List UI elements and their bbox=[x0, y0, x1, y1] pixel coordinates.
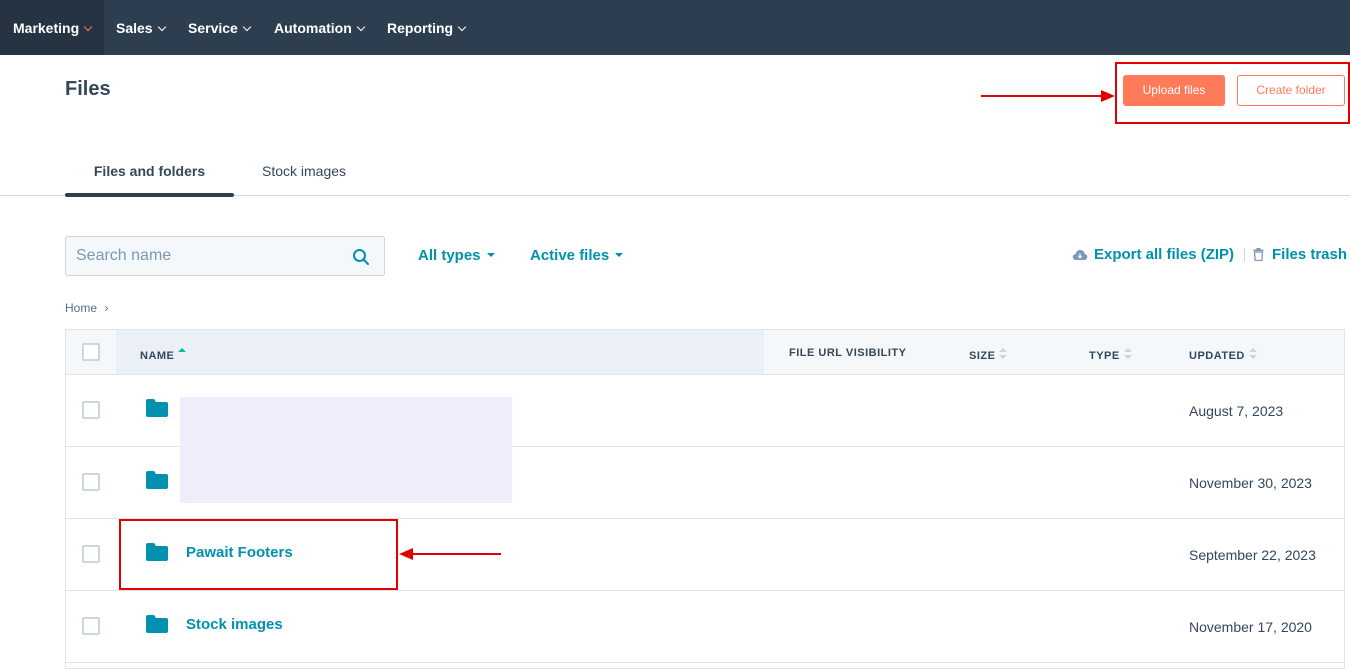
tab-files-and-folders[interactable]: Files and folders bbox=[65, 163, 234, 179]
nav-automation[interactable]: Automation bbox=[274, 0, 366, 55]
row-checkbox[interactable] bbox=[82, 473, 100, 491]
folder-icon bbox=[146, 471, 168, 489]
column-type-label: TYPE bbox=[1089, 350, 1120, 362]
caret-down-icon bbox=[486, 253, 495, 257]
nav-service-label: Service bbox=[188, 20, 238, 36]
sort-icon bbox=[999, 348, 1008, 360]
row-checkbox[interactable] bbox=[82, 617, 100, 635]
breadcrumb-separator: › bbox=[104, 301, 109, 315]
column-visibility-label: FILE URL VISIBILITY bbox=[789, 347, 907, 359]
divider bbox=[1244, 248, 1245, 262]
row-updated-date: August 7, 2023 bbox=[1189, 403, 1284, 419]
search-input[interactable] bbox=[76, 245, 336, 267]
annotation-arrow-head bbox=[1101, 90, 1115, 102]
column-header-type[interactable]: TYPE bbox=[1089, 347, 1132, 362]
column-size-label: SIZE bbox=[969, 350, 996, 362]
annotation-arrow-head bbox=[399, 548, 413, 560]
column-name-label: NAME bbox=[140, 350, 175, 362]
caret-down-icon bbox=[615, 253, 624, 257]
table-header: NAME FILE URL VISIBILITY SIZE TYPE UPDAT… bbox=[66, 330, 1344, 375]
column-updated-label: UPDATED bbox=[1189, 350, 1245, 362]
annotation-box-folder bbox=[119, 519, 398, 590]
folder-icon bbox=[146, 399, 168, 417]
row-updated-date: November 30, 2023 bbox=[1189, 475, 1312, 491]
type-filter-dropdown[interactable]: All types bbox=[418, 247, 495, 264]
annotation-arrow-line bbox=[412, 553, 501, 555]
folder-name-link[interactable]: Stock images bbox=[186, 616, 283, 633]
nav-reporting-label: Reporting bbox=[387, 20, 454, 36]
nav-service[interactable]: Service bbox=[188, 0, 252, 55]
files-trash-link[interactable]: Files trash bbox=[1272, 246, 1347, 263]
chevron-down-icon bbox=[157, 22, 166, 32]
table-row[interactable]: Stock images November 17, 2020 bbox=[66, 590, 1344, 663]
column-header-size[interactable]: SIZE bbox=[969, 347, 1008, 362]
row-updated-date: November 17, 2020 bbox=[1189, 619, 1312, 635]
top-navigation: Marketing Sales Service Automation Repor… bbox=[0, 0, 1350, 55]
column-header-updated[interactable]: UPDATED bbox=[1189, 347, 1257, 362]
chevron-down-icon bbox=[457, 22, 467, 32]
trash-icon bbox=[1253, 248, 1264, 261]
name-column-highlight bbox=[116, 330, 764, 374]
nav-marketing-label: Marketing bbox=[13, 20, 80, 36]
page-title: Files bbox=[65, 78, 111, 100]
sort-icon bbox=[1123, 348, 1132, 360]
breadcrumb: Home › bbox=[65, 301, 108, 315]
chevron-down-icon bbox=[356, 22, 366, 32]
row-updated-date: September 22, 2023 bbox=[1189, 547, 1316, 563]
folder-icon bbox=[146, 615, 168, 633]
select-all-checkbox[interactable] bbox=[82, 343, 100, 361]
cloud-download-icon bbox=[1072, 250, 1088, 260]
nav-marketing[interactable]: Marketing bbox=[0, 0, 105, 55]
tab-stock-images[interactable]: Stock images bbox=[262, 163, 346, 179]
annotation-arrow-line bbox=[981, 95, 1103, 97]
nav-automation-label: Automation bbox=[274, 20, 352, 36]
status-filter-label: Active files bbox=[530, 247, 610, 264]
column-header-visibility: FILE URL VISIBILITY bbox=[789, 347, 906, 359]
search-box bbox=[65, 236, 385, 276]
sort-ascending-icon bbox=[178, 348, 187, 360]
redacted-area bbox=[180, 397, 512, 503]
annotation-box-buttons bbox=[1115, 62, 1350, 124]
column-header-name[interactable]: NAME bbox=[140, 347, 187, 362]
nav-sales[interactable]: Sales bbox=[116, 0, 166, 55]
sort-icon bbox=[1248, 348, 1257, 360]
breadcrumb-home[interactable]: Home bbox=[65, 301, 97, 315]
chevron-down-icon bbox=[242, 22, 252, 32]
search-icon[interactable] bbox=[352, 248, 370, 266]
nav-reporting[interactable]: Reporting bbox=[387, 0, 467, 55]
status-filter-dropdown[interactable]: Active files bbox=[530, 247, 624, 264]
row-checkbox[interactable] bbox=[82, 545, 100, 563]
chevron-down-icon bbox=[83, 22, 93, 32]
row-checkbox[interactable] bbox=[82, 401, 100, 419]
type-filter-label: All types bbox=[418, 247, 481, 264]
export-all-files-link[interactable]: Export all files (ZIP) bbox=[1094, 246, 1234, 263]
nav-sales-label: Sales bbox=[116, 20, 153, 36]
tab-active-indicator bbox=[65, 193, 234, 197]
